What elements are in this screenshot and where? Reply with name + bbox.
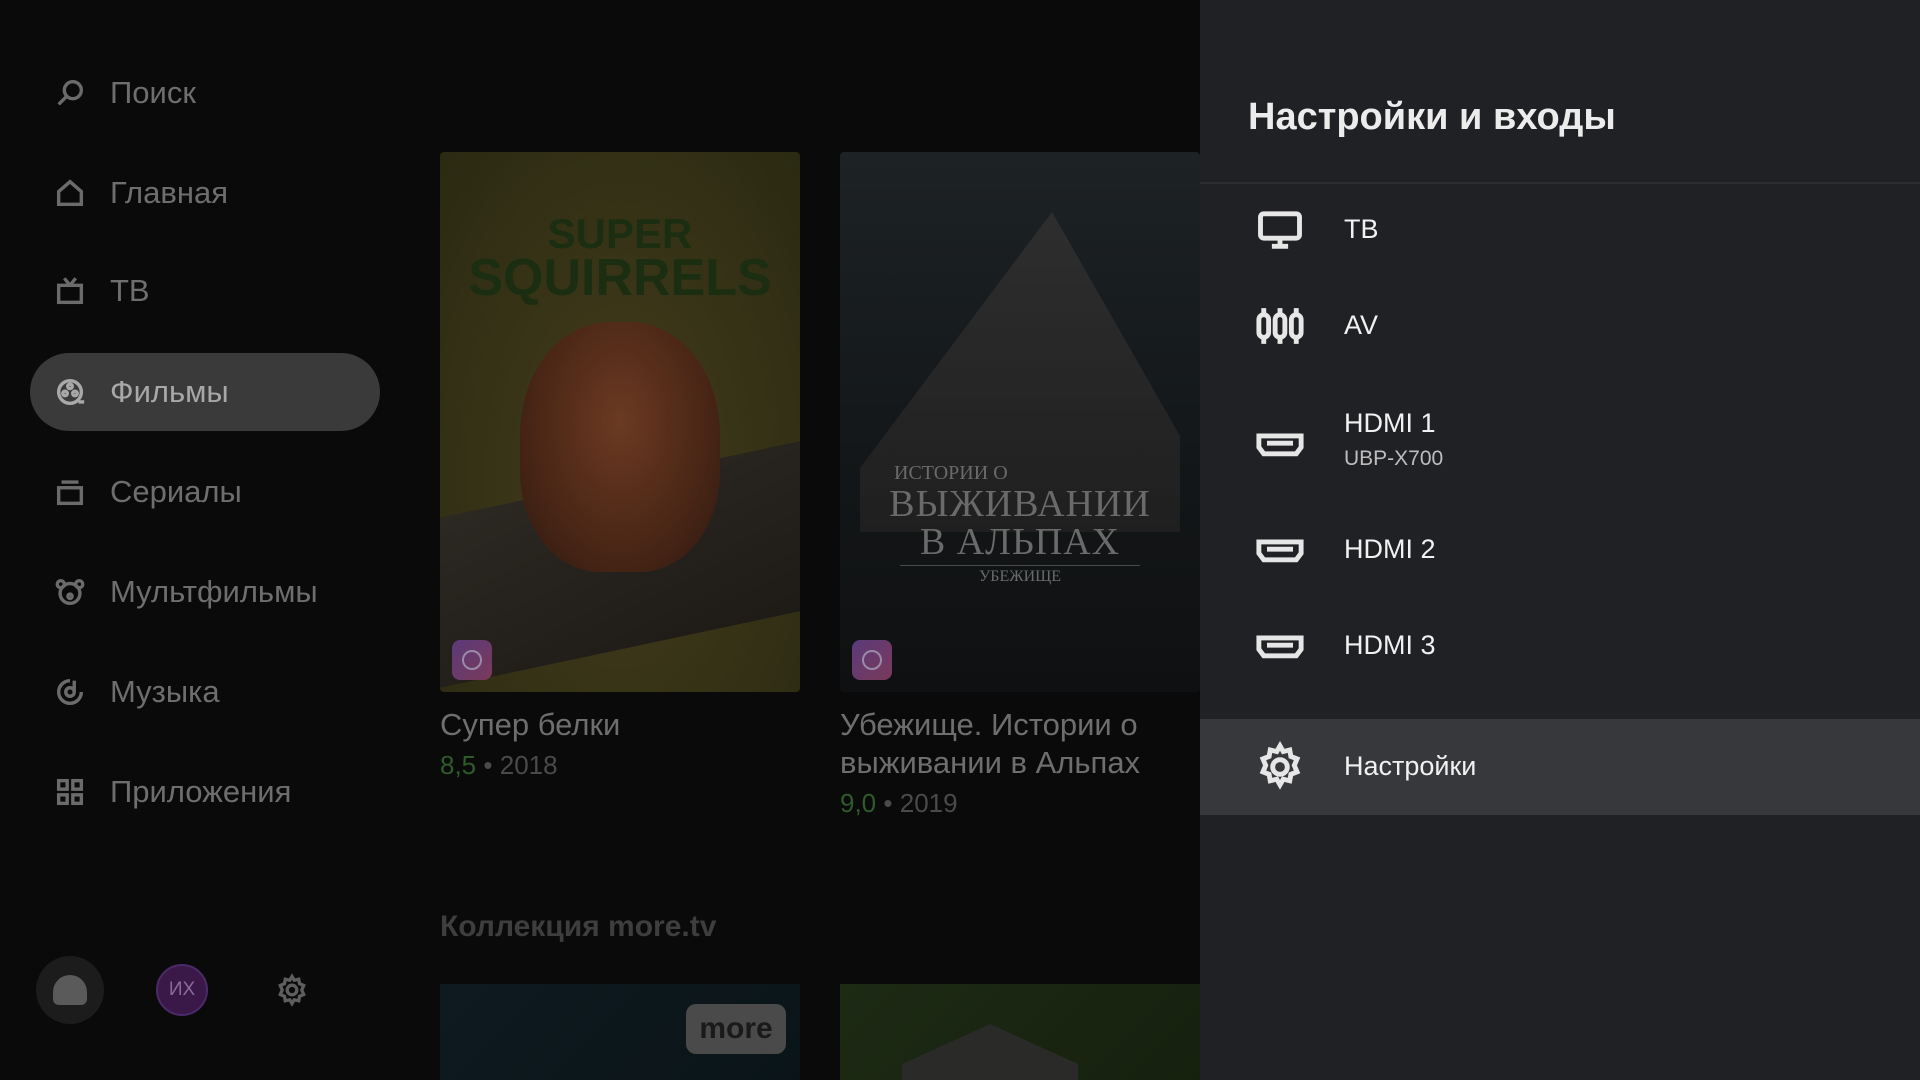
input-label: ТВ — [1344, 214, 1379, 244]
movie-card-super-squirrels[interactable]: SUPER SQUIRRELS — [440, 152, 800, 692]
sidebar-item-cartoons[interactable]: Мультфильмы — [30, 553, 380, 631]
movie-title: Супер белки — [440, 707, 621, 742]
input-label: Настройки — [1344, 751, 1477, 781]
panel-title: Настройки и входы — [1248, 96, 1616, 138]
input-item-hdmi-3[interactable]: HDMI 3 — [1200, 608, 1920, 684]
input-label: HDMI 2 — [1344, 534, 1436, 564]
sidebar-item-label: Фильмы — [110, 374, 229, 409]
hdmi-icon — [1252, 522, 1308, 578]
sidebar-item-apps[interactable]: Приложения — [30, 753, 380, 831]
gear-icon — [1252, 739, 1308, 795]
movie-meta: 9,0 • 2019 — [840, 788, 958, 818]
home-icon — [52, 175, 88, 211]
sidebar-item-label: Музыка — [110, 674, 220, 709]
movie-card-alps[interactable]: ИСТОРИИ О ВЫЖИВАНИИ В АЛЬПАХ УБЕЖИЩЕ — [840, 152, 1200, 692]
input-label: HDMI 3 — [1344, 630, 1436, 660]
poster-title: SUPER SQUIRRELS — [468, 210, 772, 307]
alice-assistant-button[interactable] — [36, 956, 104, 1024]
section-title: Коллекция more.tv — [440, 910, 717, 943]
poster-house-image — [902, 1024, 1078, 1080]
input-item-tv[interactable]: ТВ — [1200, 192, 1920, 268]
input-label: HDMI 1 — [1344, 408, 1436, 438]
panel-header: Настройки и входы — [1200, 0, 1920, 184]
tv-icon — [52, 273, 88, 309]
provider-badge-icon — [852, 640, 892, 680]
sidebar-settings-button[interactable] — [274, 972, 310, 1008]
hdmi-icon — [1252, 416, 1308, 472]
collection-card[interactable] — [840, 984, 1200, 1080]
movie-rating: 9,0 — [840, 788, 877, 818]
movie-card-info: Супер белки 8,5 • 2018 — [440, 706, 800, 781]
input-item-hdmi-2[interactable]: HDMI 2 — [1200, 512, 1920, 588]
poster-squirrel-image — [520, 322, 720, 572]
sidebar-item-label: Главная — [110, 175, 228, 210]
avatar[interactable]: ИХ — [156, 964, 208, 1016]
input-label: AV — [1344, 310, 1379, 340]
hdmi-icon — [1252, 618, 1308, 674]
movie-year: 2019 — [899, 788, 958, 818]
sidebar-item-home[interactable]: Главная — [30, 154, 380, 232]
movie-meta: 8,5 • 2018 — [440, 750, 558, 780]
series-stack-icon — [52, 474, 88, 510]
apps-grid-icon — [52, 774, 88, 810]
movie-title: Убежище. Истории о выживании в Альпах — [840, 707, 1141, 780]
film-reel-icon — [52, 374, 88, 410]
movie-rating: 8,5 — [440, 750, 477, 780]
input-item-av[interactable]: AV — [1200, 288, 1920, 364]
monitor-icon — [1252, 202, 1308, 258]
sidebar-item-label: Мультфильмы — [110, 574, 318, 609]
av-connector-icon — [1252, 298, 1308, 354]
more-tv-logo: more — [686, 1004, 786, 1054]
gear-icon — [278, 973, 306, 1007]
bear-icon — [52, 574, 88, 610]
sidebar-item-series[interactable]: Сериалы — [30, 453, 380, 531]
input-device-name: UBP-X700 — [1344, 447, 1444, 470]
sidebar-item-search[interactable]: Поиск — [30, 54, 380, 132]
input-item-hdmi-1[interactable]: HDMI 1 UBP-X700 — [1200, 396, 1920, 496]
settings-item[interactable]: Настройки — [1200, 719, 1920, 815]
poster-title: ИСТОРИИ О ВЫЖИВАНИИ В АЛЬПАХ УБЕЖИЩЕ — [889, 462, 1151, 585]
movie-card-info: Убежище. Истории о выживании в Альпах 9,… — [840, 706, 1200, 819]
avatar-initials: ИХ — [168, 979, 196, 1000]
sidebar-item-tv[interactable]: ТВ — [30, 252, 380, 330]
provider-badge-icon — [452, 640, 492, 680]
sidebar-item-films[interactable]: Фильмы — [30, 353, 380, 431]
music-icon — [52, 674, 88, 710]
sidebar-item-label: Сериалы — [110, 474, 242, 509]
sidebar-item-music[interactable]: Музыка — [30, 653, 380, 731]
sidebar-item-label: Поиск — [110, 75, 196, 110]
search-icon — [52, 75, 88, 111]
settings-inputs-panel: Настройки и входы ТВ AV HDMI 1 UBP-X700 — [1200, 0, 1920, 1080]
sidebar-item-label: Приложения — [110, 774, 292, 809]
alice-icon — [53, 975, 87, 1005]
movie-year: 2018 — [499, 750, 558, 780]
collection-card[interactable]: more — [440, 984, 800, 1080]
sidebar: Поиск Главная ТВ Фильмы Сериалы Мультфил… — [0, 0, 400, 1080]
background-app: Поиск Главная ТВ Фильмы Сериалы Мультфил… — [0, 0, 1200, 1080]
sidebar-bottom-bar: ИХ — [36, 956, 336, 1024]
sidebar-item-label: ТВ — [110, 273, 150, 308]
